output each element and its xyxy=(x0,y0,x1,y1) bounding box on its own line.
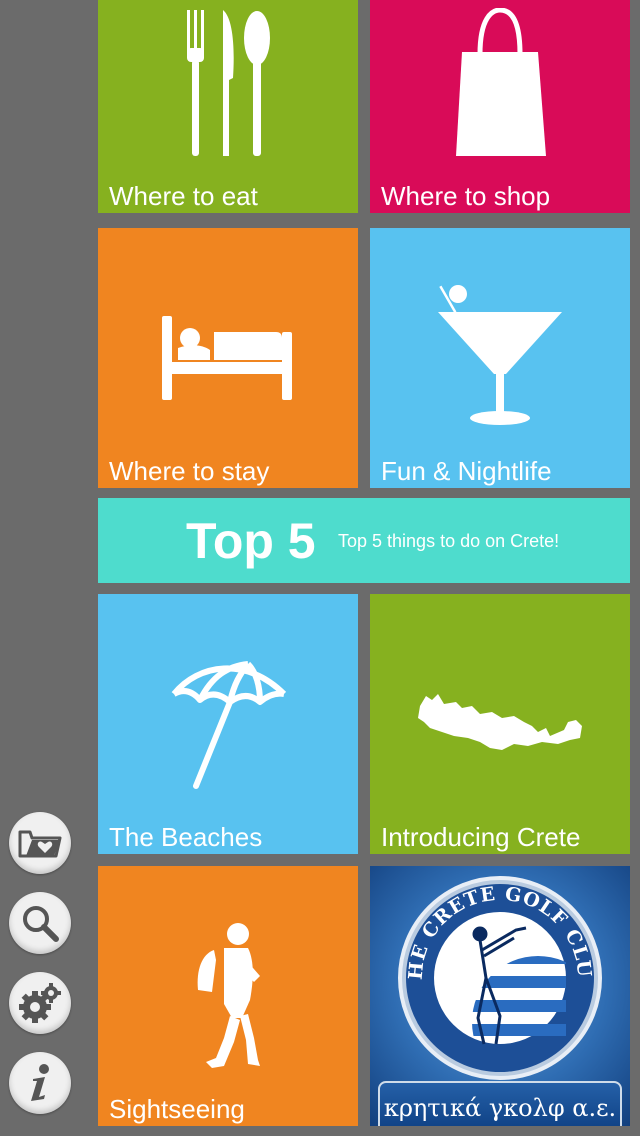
search-icon xyxy=(23,906,59,942)
tile-label: Where to eat xyxy=(109,181,258,211)
favorites-button[interactable] xyxy=(9,812,71,874)
tile-the-beaches[interactable]: The Beaches xyxy=(98,594,358,854)
info-button[interactable] xyxy=(9,1052,71,1114)
shopping-bag-icon xyxy=(456,8,546,156)
tile-crete-golf-club[interactable]: THE CRETE GOLF CLUB κρητικά γκολφ α.ε. xyxy=(370,866,630,1126)
settings-gear-icon xyxy=(19,983,61,1023)
tile-label: The Beaches xyxy=(109,822,263,852)
top5-title: Top 5 xyxy=(186,513,316,569)
info-icon xyxy=(31,1064,49,1101)
golf-greek-caption: κρητικά γκολφ α.ε. xyxy=(378,1081,622,1126)
tile-where-to-shop[interactable]: Where to shop xyxy=(370,0,630,213)
cutlery-icon xyxy=(187,10,270,156)
tile-where-to-stay[interactable]: Where to stay xyxy=(98,228,358,488)
crete-island-map-icon xyxy=(418,694,582,750)
hiker-icon xyxy=(197,923,260,1068)
top5-subtitle: Top 5 things to do on Crete! xyxy=(338,531,560,551)
tile-label: Fun & Nightlife xyxy=(381,456,552,486)
tile-sightseeing[interactable]: Sightseeing xyxy=(98,866,358,1126)
cocktail-glass-icon xyxy=(438,285,562,425)
search-button[interactable] xyxy=(9,892,71,954)
tile-label: Introducing Crete xyxy=(381,822,581,852)
settings-button[interactable] xyxy=(9,972,71,1034)
tile-label: Where to stay xyxy=(109,456,270,486)
bed-icon xyxy=(162,316,292,400)
tile-where-to-eat[interactable]: Where to eat xyxy=(98,0,358,213)
top5-banner[interactable]: Top 5 Top 5 things to do on Crete! xyxy=(98,498,630,583)
tile-label: Sightseeing xyxy=(109,1094,245,1124)
tile-fun-nightlife[interactable]: Fun & Nightlife xyxy=(370,228,630,488)
tile-label: Where to shop xyxy=(381,181,551,211)
beach-umbrella-icon xyxy=(171,661,287,789)
favorites-folder-icon xyxy=(18,830,62,858)
golf-club-logo: THE CRETE GOLF CLUB xyxy=(396,868,602,1080)
tile-introducing-crete[interactable]: Introducing Crete xyxy=(370,594,630,854)
